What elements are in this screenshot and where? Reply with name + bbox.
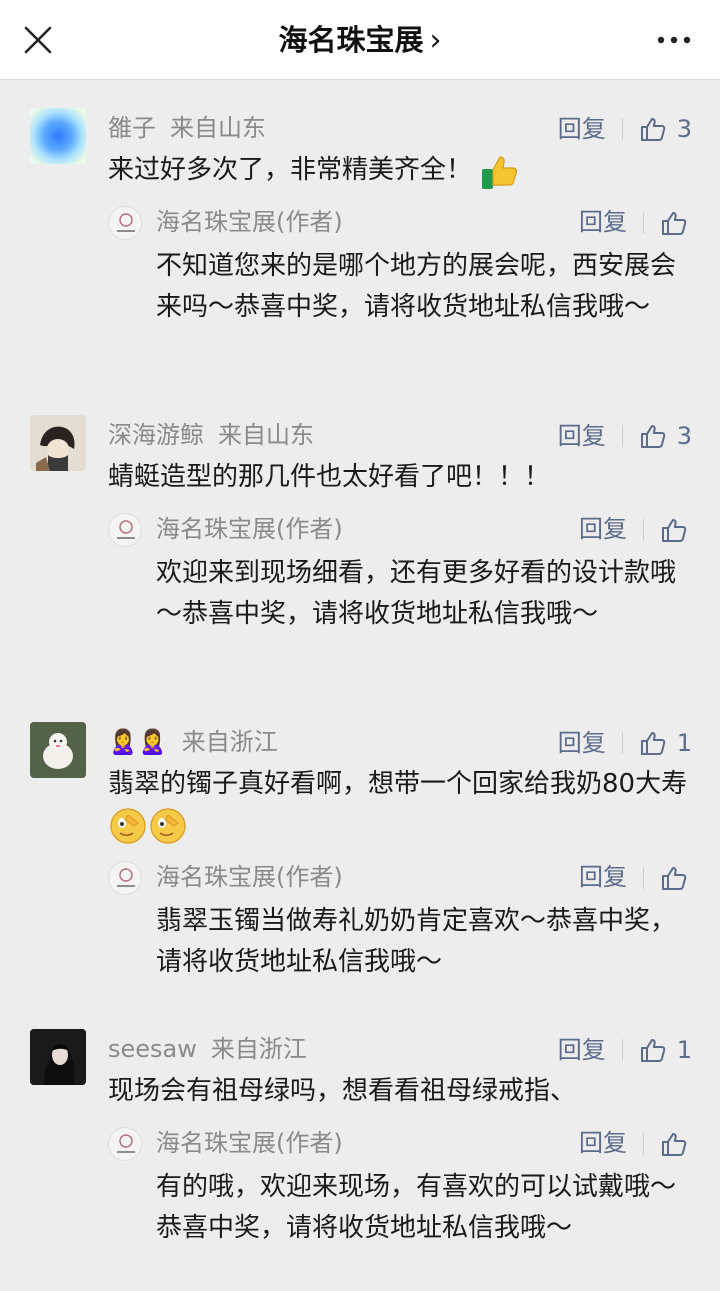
avatar[interactable] [30,722,86,778]
thumbs-up-icon[interactable] [639,1036,667,1064]
reply-actions: 回复 [579,857,688,897]
user-name[interactable]: 🙎‍♀️🙎‍♀️ [108,728,168,756]
comment-text: 蜻蜓造型的那几件也太好看了吧！！！ [108,462,551,492]
comment-body: 来过好多次了，非常精美齐全！ [108,155,473,185]
page-title[interactable]: 海名珠宝展 › [0,18,720,63]
divider [643,867,644,889]
user-name[interactable]: 雒子 [108,114,156,142]
comment-meta: 🙎‍♀️🙎‍♀️ 来自浙江 [108,722,278,762]
comment-text: 来过好多次了，非常精美齐全！ [108,150,698,191]
comment-text: 翡翠的镯子真好看啊，想带一个回家给我奶80大寿 [108,764,688,845]
reply-button[interactable]: 回复 [579,863,627,891]
author-reply-text: 欢迎来到现场细看，还有更多好看的设计款哦～恭喜中奖，请将收货地址私信我哦～ [156,558,677,629]
reply-actions: 回复 [579,509,688,549]
author-reply-text: 不知道您来的是哪个地方的展会呢，西安展会来吗～恭喜中奖，请将收货地址私信我哦～ [156,251,677,322]
reply-button[interactable]: 回复 [558,1030,606,1070]
comment-actions: 回复 1 [558,722,692,762]
comment-meta: 雒子 来自山东 [108,108,266,148]
thumbs-up-icon[interactable] [660,209,688,237]
thumbs-up-icon[interactable] [639,422,667,450]
user-name[interactable]: 深海游鲸 [108,421,204,449]
region-label: 来自山东 [170,114,266,142]
avatar[interactable] [30,108,86,164]
like-count: 3 [676,115,692,143]
page-title-text: 海名珠宝展 [278,23,424,57]
user-name[interactable]: seesaw [108,1035,197,1063]
reply-button[interactable]: 回复 [579,208,627,236]
author-reply-text: 翡翠玉镯当做寿礼奶奶肯定喜欢～恭喜中奖，请将收货地址私信我哦～ [156,906,677,977]
author-name[interactable]: 海名珠宝展(作者) [156,202,343,242]
author-avatar[interactable] [108,1127,142,1161]
region-label: 来自浙江 [181,728,278,756]
divider [643,1133,644,1155]
divider [643,519,644,541]
author-avatar[interactable] [108,513,142,547]
divider [621,732,623,754]
region-label: 来自浙江 [210,1035,307,1063]
thumbs-up-icon[interactable] [660,1130,688,1158]
like-count: 3 [676,422,692,450]
author-name[interactable]: 海名珠宝展(作者) [156,1123,343,1163]
like-count: 1 [676,1036,692,1064]
salute-face-emoji [110,807,186,844]
reply-actions: 回复 [579,202,688,242]
reply-button[interactable]: 回复 [579,1129,627,1157]
author-name[interactable]: 海名珠宝展(作者) [156,857,343,897]
reply-actions: 回复 [579,1123,688,1163]
comment-actions: 回复 1 [558,1029,692,1069]
comment-actions: 回复 3 [558,108,692,148]
reply-button[interactable]: 回复 [579,515,627,543]
thumbs-up-icon[interactable] [660,516,688,544]
thumbs-up-icon[interactable] [639,115,667,143]
divider [621,425,623,447]
comment-body: 翡翠的镯子真好看啊，想带一个回家给我奶80大寿 [108,769,688,799]
author-avatar[interactable] [108,206,142,240]
reply-button[interactable]: 回复 [558,723,606,763]
like-count: 1 [676,729,692,757]
avatar[interactable] [30,1029,86,1085]
region-label: 来自山东 [218,421,314,449]
thumbs-up-icon[interactable] [660,864,688,892]
thumbs-up-icon[interactable] [639,729,667,757]
author-name[interactable]: 海名珠宝展(作者) [156,509,343,549]
divider [621,118,623,140]
reply-button[interactable]: 回复 [558,109,606,149]
divider [643,212,644,234]
thumbs-up-emoji [482,155,518,189]
comment-actions: 回复 3 [558,415,692,455]
reply-button[interactable]: 回复 [558,416,606,456]
top-bar: 海名珠宝展 › [0,0,720,80]
author-reply-text: 有的哦，欢迎来现场，有喜欢的可以试戴哦～恭喜中奖，请将收货地址私信我哦～ [156,1172,677,1243]
more-dots-icon[interactable] [656,34,692,46]
divider [621,1039,623,1061]
chevron-right-icon: › [429,23,442,58]
avatar[interactable] [30,415,86,471]
comment-meta: 深海游鲸 来自山东 [108,415,314,455]
comment-meta: seesaw 来自浙江 [108,1029,307,1069]
comment-text: 现场会有祖母绿吗，想看看祖母绿戒指、 [108,1076,577,1106]
author-avatar[interactable] [108,861,142,895]
